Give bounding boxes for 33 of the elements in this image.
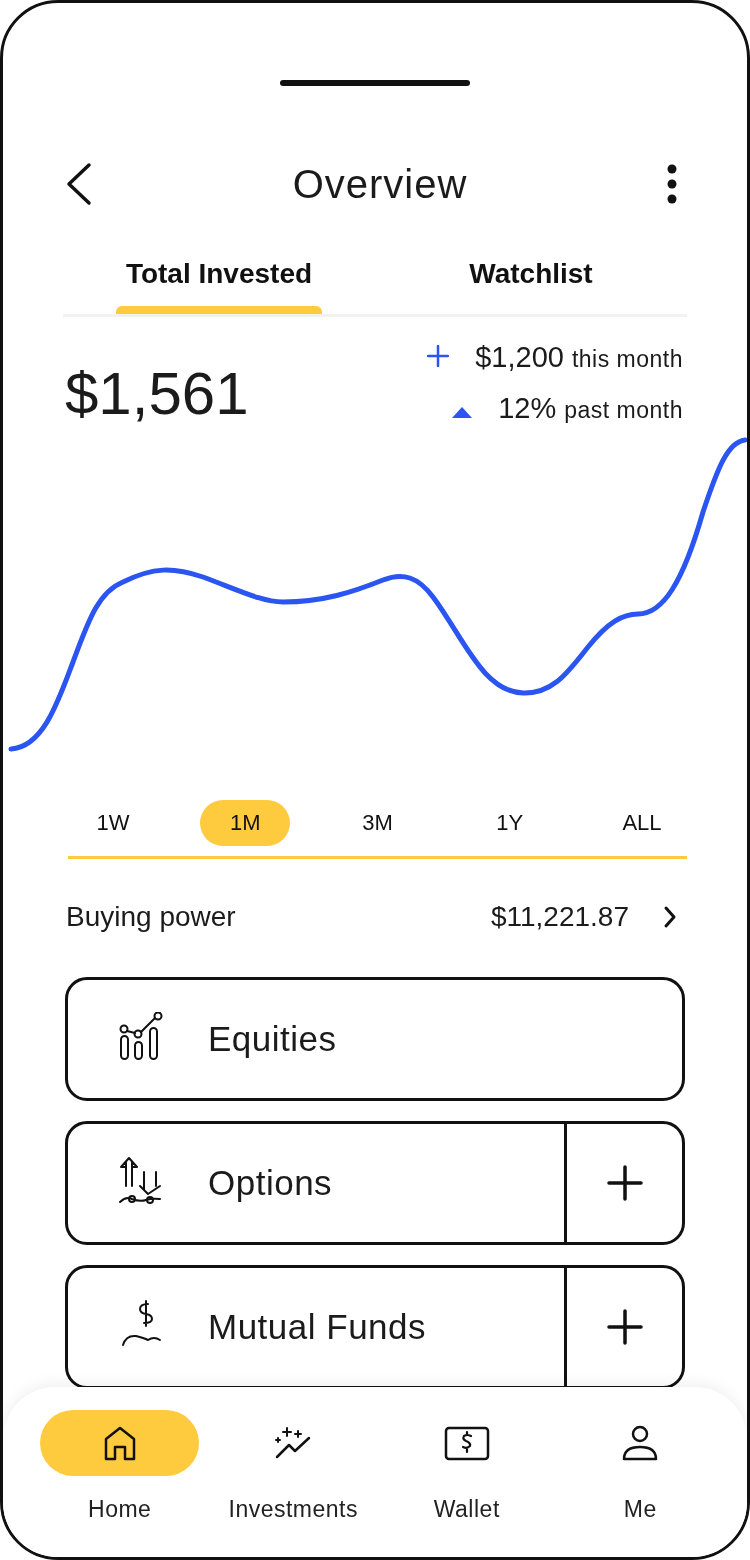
range-tab[interactable]: ALL bbox=[597, 800, 687, 846]
range-tab[interactable]: 1M bbox=[200, 800, 291, 846]
stat-label: past month bbox=[564, 397, 683, 424]
plus-icon bbox=[606, 1309, 643, 1345]
range-tab[interactable]: 1Y bbox=[464, 800, 555, 846]
chevron-button[interactable] bbox=[663, 905, 677, 929]
buying-power-value: $11,221.87 bbox=[490, 901, 629, 933]
category-label[interactable]: Mutual Funds bbox=[208, 1307, 427, 1347]
user-icon bbox=[621, 1425, 660, 1461]
cash-icon bbox=[443, 1425, 490, 1461]
nav-tab[interactable]: Wallet bbox=[380, 1410, 554, 1557]
home-icon bbox=[102, 1425, 137, 1461]
tab[interactable]: Watchlist bbox=[375, 252, 687, 314]
up-triangle-icon bbox=[452, 407, 473, 418]
plus-icon bbox=[606, 1165, 643, 1201]
nav-tab[interactable]: Investments bbox=[206, 1410, 380, 1557]
range-tab[interactable]: 1W bbox=[68, 800, 158, 846]
stat-value: $1,200 bbox=[475, 341, 564, 374]
buying-power-label: Buying power bbox=[66, 901, 237, 933]
tab[interactable]: Total Invested bbox=[63, 252, 375, 314]
plus-icon bbox=[427, 345, 450, 367]
more-icon bbox=[667, 164, 677, 204]
total-amount: $1,561 bbox=[65, 359, 249, 428]
more-button[interactable] bbox=[667, 164, 677, 204]
stat-value: 12% bbox=[498, 392, 557, 425]
range-tab[interactable]: 3M bbox=[332, 800, 423, 846]
nav-tab[interactable]: Home bbox=[33, 1410, 207, 1557]
stat-label: this month bbox=[571, 346, 683, 373]
chevron-right-icon bbox=[663, 905, 677, 929]
category-label[interactable]: Equities bbox=[208, 1019, 337, 1059]
screen-title: Overview bbox=[292, 161, 468, 207]
nav-tab[interactable]: Me bbox=[553, 1410, 727, 1557]
category-label[interactable]: Options bbox=[208, 1163, 333, 1203]
